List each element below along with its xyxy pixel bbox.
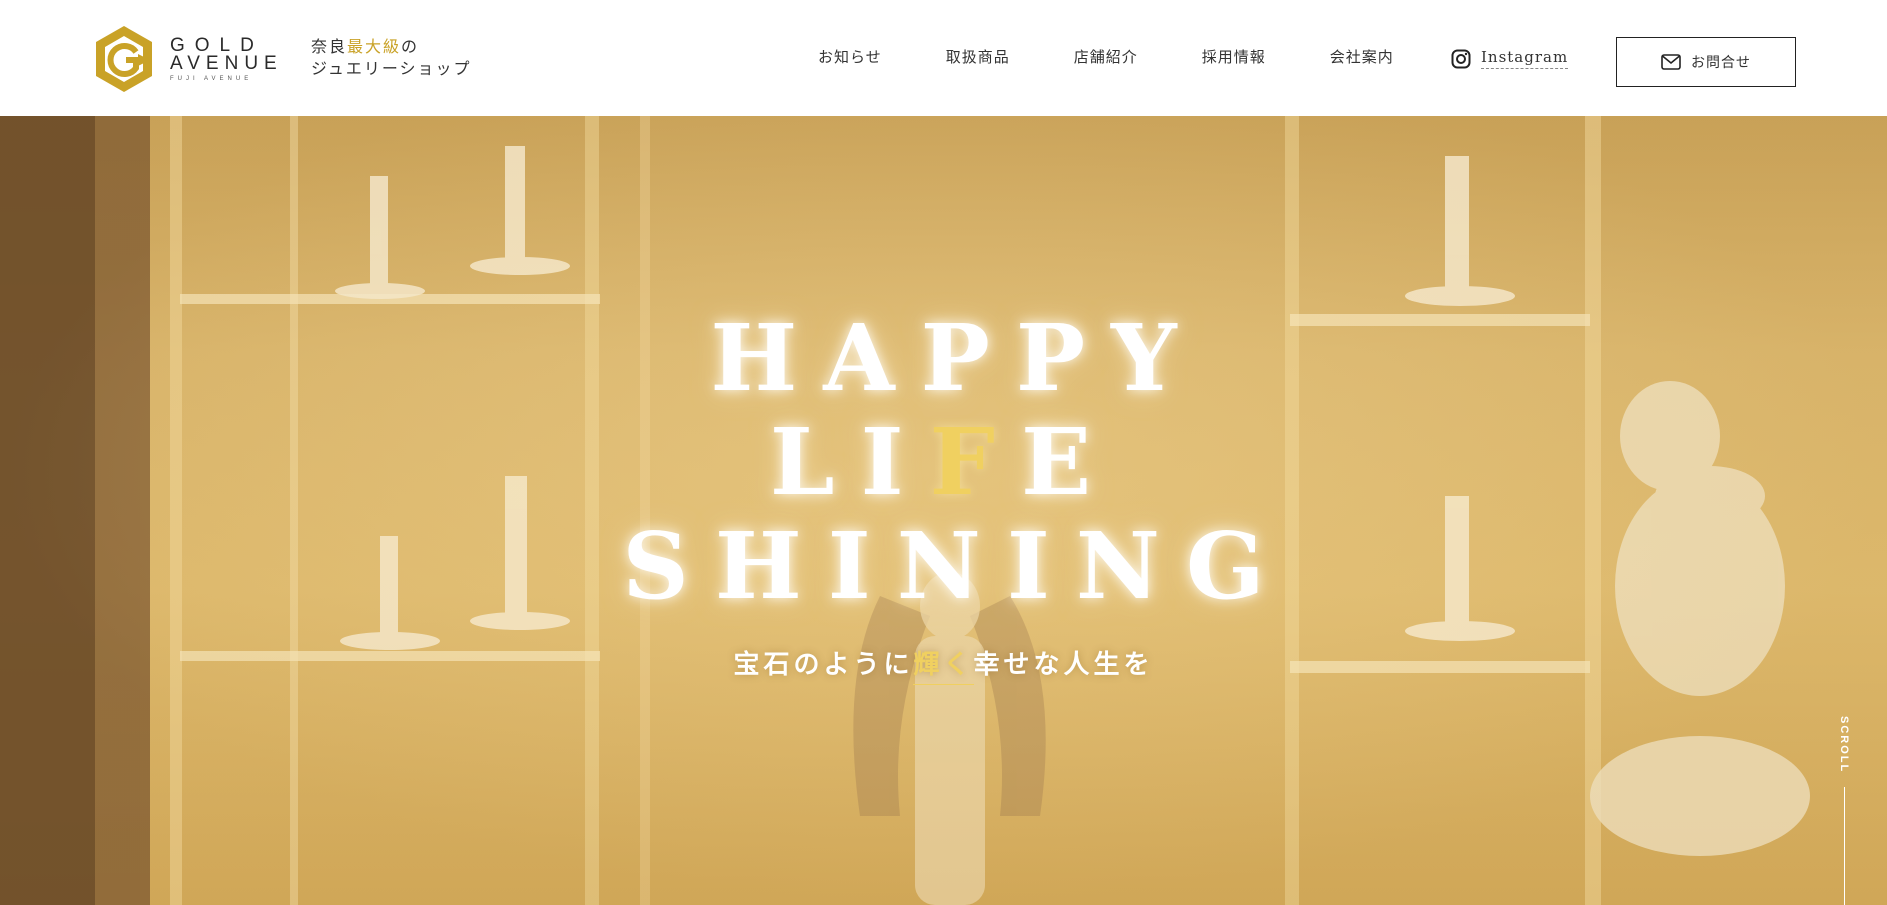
headline-line2-gold: F	[929, 408, 1021, 516]
nav-item-company[interactable]: 会社案内	[1330, 46, 1394, 67]
brand-subname: FUJI AVENUE	[170, 75, 253, 82]
nav-item-products[interactable]: 取扱商品	[946, 46, 1010, 67]
tagline-line2: ジュエリーショップ	[311, 59, 472, 78]
tagline-part2: の	[401, 37, 420, 56]
brand-name-line2: AVENUE	[170, 52, 283, 74]
tagline-line1: 奈良最大級の	[311, 36, 472, 58]
tagline-highlight: 最大級	[347, 37, 402, 56]
subline-post: 幸せな人生を	[973, 650, 1154, 680]
site-header: GOLD AVENUE FUJI AVENUE 奈良最大級の ジュエリーショップ…	[0, 0, 1887, 116]
nav-item-stores[interactable]: 店舗紹介	[1074, 46, 1138, 67]
logo-link[interactable]: GOLD AVENUE FUJI AVENUE	[92, 24, 283, 94]
tagline-part1: 奈良	[311, 37, 348, 56]
main-nav: お知らせ 取扱商品 店舗紹介 採用情報 会社案内	[818, 46, 1394, 67]
hero-headline: HAPPY LIFE SHINING	[0, 306, 1887, 618]
contact-label: お問合せ	[1691, 55, 1751, 71]
scroll-label: SCROLL	[1838, 716, 1850, 774]
headline-line2-post: E	[1020, 408, 1118, 516]
logo-text: GOLD AVENUE FUJI AVENUE	[170, 34, 283, 82]
scroll-line	[1843, 787, 1845, 905]
subline-accent: 輝く	[913, 650, 974, 685]
headline-line1: HAPPY	[710, 304, 1203, 412]
brand-name-line1: GOLD	[170, 34, 264, 56]
tagline: 奈良最大級の ジュエリーショップ	[311, 36, 472, 80]
instagram-label: Instagram	[1481, 48, 1569, 69]
headline-line2: LIFE	[0, 410, 1887, 514]
subline-pre: 宝石のように	[733, 650, 914, 680]
hero-section: HAPPY LIFE SHINING 宝石のように輝く幸せな人生を SCROLL	[0, 116, 1887, 905]
scroll-indicator[interactable]: SCROLL	[1836, 716, 1852, 905]
nav-item-news[interactable]: お知らせ	[818, 46, 882, 67]
contact-button[interactable]: お問合せ	[1616, 37, 1796, 87]
hero-subheadline: 宝石のように輝く幸せな人生を	[0, 644, 1887, 685]
mail-icon	[1661, 54, 1681, 70]
nav-item-recruit[interactable]: 採用情報	[1202, 46, 1266, 67]
instagram-icon	[1451, 49, 1471, 68]
hexagon-g-icon	[96, 26, 152, 92]
headline-line3: SHINING	[622, 512, 1291, 620]
headline-line2-pre: LI	[769, 408, 930, 516]
instagram-link[interactable]: Instagram	[1451, 48, 1569, 69]
